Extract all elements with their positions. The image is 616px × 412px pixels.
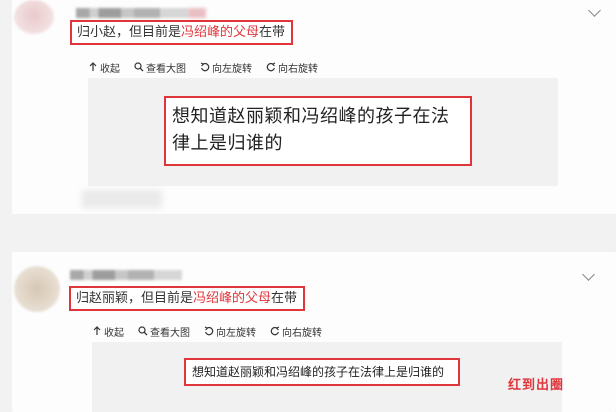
question-bubble: 想知道赵丽颖和冯绍峰的孩子在法律上是归谁的: [184, 358, 460, 386]
post-caption: 归小赵，但目前是冯绍峰的父母在带: [70, 20, 294, 45]
rotate-left-button[interactable]: 向左旋转: [200, 60, 252, 75]
username-blurred[interactable]: [76, 8, 188, 18]
rotate-right-icon: [270, 326, 280, 336]
rotate-left-icon: [204, 326, 214, 336]
divider-strip: [0, 214, 616, 252]
question-bubble: 想知道赵丽颖和冯绍峰的孩子在法 律上是归谁的: [164, 96, 472, 166]
chevron-down-icon[interactable]: [582, 268, 595, 281]
view-large-label: 查看大图: [150, 327, 190, 339]
post-caption: 归赵丽颖，但目前是冯绍峰的父母在带: [69, 286, 306, 311]
chevron-down-icon[interactable]: [588, 4, 601, 17]
collapse-arrow-icon: [92, 326, 102, 336]
post-image[interactable]: 想知道赵丽颖和冯绍峰的孩子在法 律上是归谁的: [88, 78, 558, 186]
collapse-label: 收起: [100, 63, 120, 75]
rotate-right-label: 向右旋转: [282, 327, 322, 339]
rotate-right-button[interactable]: 向右旋转: [270, 324, 322, 339]
view-large-button[interactable]: 查看大图: [134, 60, 186, 75]
avatar[interactable]: [14, 266, 60, 312]
rotate-right-button[interactable]: 向右旋转: [266, 60, 318, 75]
view-large-button[interactable]: 查看大图: [138, 324, 190, 339]
rotate-right-icon: [266, 62, 276, 72]
collapse-button[interactable]: 收起: [88, 60, 120, 75]
question-line-1: 想知道赵丽颖和冯绍峰的孩子在法: [172, 106, 450, 127]
rotate-left-button[interactable]: 向左旋转: [204, 324, 256, 339]
view-large-label: 查看大图: [146, 63, 186, 75]
rotate-right-label: 向右旋转: [278, 63, 318, 75]
image-toolbar: 收起 查看大图 向左旋转 向右旋转: [88, 56, 558, 78]
image-toolbar: 收起 查看大图 向左旋转 向右旋转: [92, 320, 562, 342]
question-line-2: 律上是归谁的: [172, 133, 283, 154]
post-card-1: 归小赵，但目前是冯绍峰的父母在带 收起 查看大图 向左旋转 向右旋转 想知道赵丽…: [12, 0, 616, 214]
watermark: 红到出圈: [508, 378, 565, 393]
zoom-icon: [138, 326, 148, 336]
caption-prefix: 归赵丽颖，但目前是: [76, 291, 194, 306]
post-image[interactable]: 想知道赵丽颖和冯绍峰的孩子在法律上是归谁的: [92, 342, 562, 412]
caption-highlight: 冯绍峰的父母: [193, 291, 272, 306]
rotate-left-label: 向左旋转: [216, 327, 256, 339]
collapse-label: 收起: [104, 327, 124, 339]
blurred-footer: [82, 190, 162, 208]
caption-highlight: 冯绍峰的父母: [181, 25, 260, 40]
avatar[interactable]: [14, 0, 54, 34]
collapse-button[interactable]: 收起: [92, 324, 124, 339]
caption-suffix: 在带: [259, 25, 286, 40]
username-blurred[interactable]: [70, 270, 182, 280]
caption-prefix: 归小赵，但目前是: [77, 25, 182, 40]
zoom-icon: [134, 62, 144, 72]
rotate-left-label: 向左旋转: [212, 63, 252, 75]
caption-suffix: 在带: [271, 291, 298, 306]
collapse-arrow-icon: [88, 62, 98, 72]
rotate-left-icon: [200, 62, 210, 72]
